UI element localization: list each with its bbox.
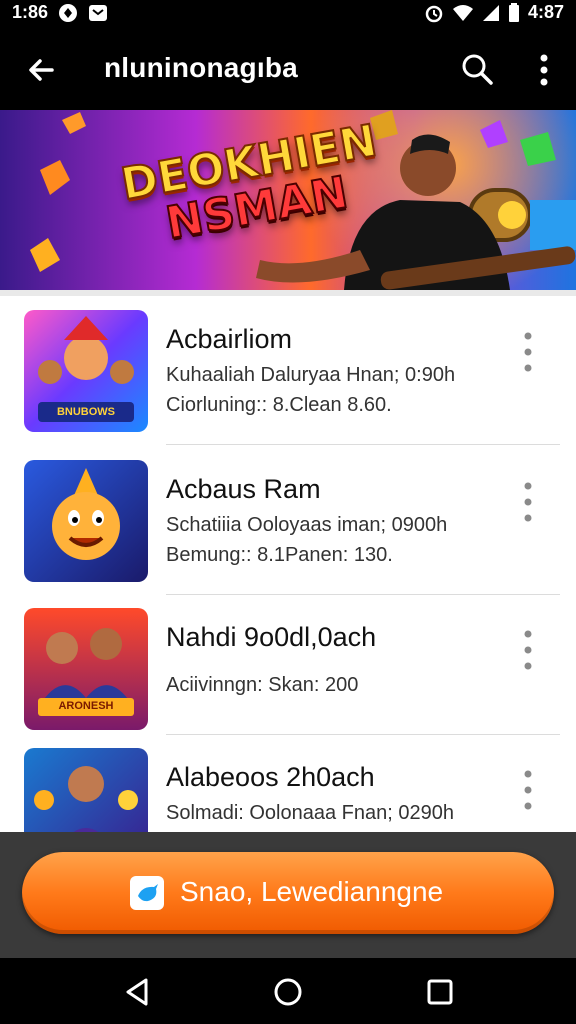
more-vert-icon	[524, 770, 532, 810]
item-details: Ciorluning:: 8.Clean 8.60.	[166, 394, 392, 416]
primary-action-button[interactable]: Snao, Lewedianngne	[22, 852, 554, 934]
item-thumbnail: BNUBOWS	[24, 310, 148, 432]
item-name: Nahdi 9o0dl,0ach	[166, 622, 377, 652]
item-more-button[interactable]	[518, 626, 538, 674]
triangle-back-icon	[126, 978, 148, 1006]
item-name: Alabeoos 2h0ach	[166, 762, 375, 792]
item-subtitle: Schatiiia Ooloyaas iman; 0900h	[166, 514, 448, 536]
item-name: Acbaus Ram	[166, 474, 321, 504]
item-thumbnail-caption: BNUBOWS	[56, 406, 116, 418]
alarm-icon	[424, 3, 444, 23]
back-button[interactable]	[22, 50, 62, 90]
divider	[166, 444, 560, 445]
item-more-button[interactable]	[518, 328, 538, 376]
bird-icon	[130, 876, 164, 910]
system-nav-bar	[0, 958, 576, 1024]
search-button[interactable]	[458, 50, 496, 88]
search-icon	[462, 54, 493, 85]
item-name: Acbairliom	[166, 324, 293, 354]
status-right-time: 4:87	[527, 2, 564, 22]
status-bar: 1:86 4:87	[0, 0, 576, 26]
item-details: Bemung:: 8.1Panen: 130.	[166, 544, 393, 566]
item-subtitle: Solmadi: Oolonaaa Fnan; 0290h	[166, 802, 454, 824]
status-time: 1:86	[12, 2, 49, 22]
item-subtitle: Aciivinngn: Skan: 200	[166, 674, 359, 696]
list-item[interactable]: ARONESH Nahdi 9o0dl,0ach Aciivinngn: Ska…	[0, 594, 576, 742]
item-more-button[interactable]	[518, 478, 538, 526]
arrow-back-icon	[29, 59, 54, 81]
promo-banner[interactable]: DEOKHIEN NSMAN	[0, 110, 576, 290]
primary-action-label: Snao, Lewedianngne	[180, 876, 444, 907]
item-subtitle: Kuhaaliah Daluryaa Hnan; 0:90h	[166, 364, 456, 386]
square-recents-icon	[427, 979, 453, 1005]
app-notification-icon	[58, 3, 78, 23]
more-vert-icon	[524, 482, 532, 522]
item-thumbnail: ARONESH	[24, 608, 148, 730]
circle-home-icon	[274, 978, 302, 1006]
more-vert-icon	[540, 54, 548, 86]
page-title: nluninonagıba	[104, 52, 298, 83]
signal-icon	[482, 4, 500, 22]
item-list: BNUBOWS Acbairliom Kuhaaliah Daluryaa Hn…	[0, 296, 576, 832]
list-item[interactable]: Alabeoos 2h0ach Solmadi: Oolonaaa Fnan; …	[0, 734, 576, 832]
item-thumbnail	[24, 460, 148, 582]
more-vert-icon	[524, 630, 532, 670]
item-more-button[interactable]	[518, 766, 538, 814]
item-thumbnail-caption: ARONESH	[58, 700, 114, 712]
nav-home-button[interactable]	[272, 976, 304, 1008]
list-item[interactable]: BNUBOWS Acbairliom Kuhaaliah Daluryaa Hn…	[0, 296, 576, 444]
nav-back-button[interactable]	[122, 976, 154, 1008]
message-notification-icon	[88, 3, 108, 23]
list-item[interactable]: Acbaus Ram Schatiiia Ooloyaas iman; 0900…	[0, 446, 576, 594]
battery-icon	[508, 2, 520, 23]
more-vert-icon	[524, 332, 532, 372]
overflow-menu-button[interactable]	[534, 50, 554, 90]
app-bar: nluninonagıba	[0, 26, 576, 110]
nav-recents-button[interactable]	[424, 976, 456, 1008]
wifi-icon	[452, 4, 474, 22]
item-thumbnail	[24, 748, 148, 832]
